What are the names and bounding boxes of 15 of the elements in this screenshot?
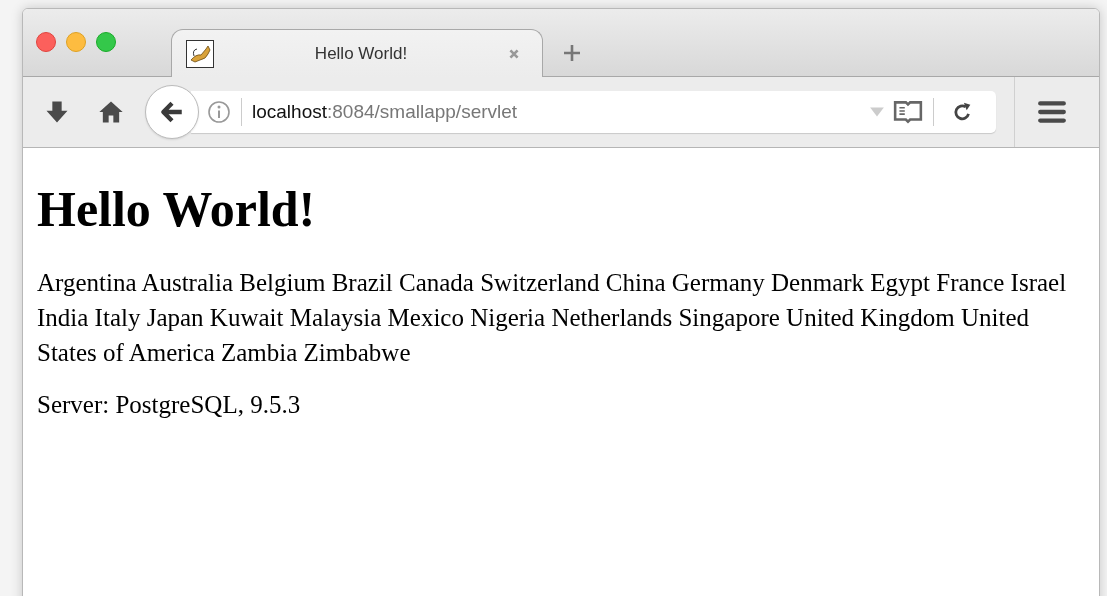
- close-tab-icon[interactable]: [508, 47, 520, 60]
- back-arrow-icon: [159, 99, 185, 125]
- paragraph: Server: PostgreSQL, 9.5.3: [37, 390, 302, 420]
- menu-icon[interactable]: [1037, 100, 1067, 124]
- back-button[interactable]: [145, 85, 199, 139]
- minimize-window-button[interactable]: [66, 32, 86, 52]
- address-field[interactable]: localhost:8084/smallapp/servlet: [191, 91, 996, 133]
- info-icon[interactable]: [207, 100, 231, 124]
- new-tab-icon[interactable]: [563, 44, 581, 62]
- paragraph: Argentina Australia Belgium Brazil Canada Switzerland China Germany Denmark Egypt France Israel India Italy Japan Kuwait Malaysia Mexico Nigeria Netherlands Singapore United Kingdom United States of America Zambia Zimbabwe: [37, 268, 1068, 368]
- page-heading: Hello World!: [37, 182, 317, 237]
- close-window-button[interactable]: [36, 32, 56, 52]
- zoom-window-button[interactable]: [96, 32, 116, 52]
- book-icon[interactable]: [893, 100, 923, 124]
- browser-tab[interactable]: Hello World!: [171, 29, 543, 77]
